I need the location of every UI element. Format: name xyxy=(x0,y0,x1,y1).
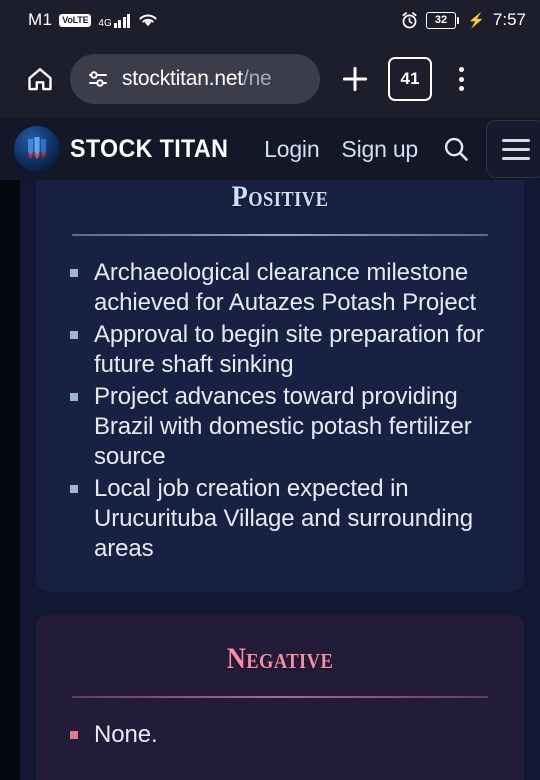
network-type-label: 4G xyxy=(98,17,112,29)
carrier-label: M1 xyxy=(28,10,53,29)
list-item: Local job creation expected in Urucuritu… xyxy=(68,474,502,564)
search-button[interactable] xyxy=(434,127,478,171)
url-path: /ne xyxy=(242,67,272,90)
list-item: Archaeological clearance milestone achie… xyxy=(68,258,502,318)
battery-indicator: 32 xyxy=(425,11,460,29)
url-domain: stocktitan.net xyxy=(122,67,243,90)
search-icon xyxy=(444,137,468,161)
url-bar[interactable]: stocktitan.net/ne xyxy=(70,54,320,104)
list-item: Project advances toward providing Brazil… xyxy=(68,382,502,472)
home-button[interactable] xyxy=(16,55,64,103)
signal-bars-icon xyxy=(113,13,131,28)
login-link[interactable]: Login xyxy=(264,136,319,163)
alarm-clock-icon xyxy=(400,11,419,30)
list-item: Approval to begin site preparation for f… xyxy=(68,320,502,380)
wifi-icon xyxy=(137,12,159,28)
home-icon xyxy=(28,68,52,91)
browser-toolbar: stocktitan.net/ne 41 xyxy=(0,40,540,118)
volte-badge: VoLTE xyxy=(59,13,92,27)
stock-titan-logo-icon[interactable] xyxy=(14,126,60,172)
hamburger-menu-icon xyxy=(502,138,531,142)
positive-section-title: Positive xyxy=(231,180,329,213)
charging-bolt-icon: ⚡ xyxy=(467,11,485,28)
url-text: stocktitan.net/ne xyxy=(122,67,272,91)
signup-link[interactable]: Sign up xyxy=(341,136,418,163)
list-item: None. xyxy=(68,720,502,750)
android-status-bar: M1 VoLTE 4G 32 ⚡ 7:57 xyxy=(0,0,540,40)
plus-icon xyxy=(342,66,368,92)
tab-count-label: 41 xyxy=(400,69,420,88)
article-container: Positive Archaeological clearance milest… xyxy=(20,180,540,780)
hamburger-menu-button[interactable] xyxy=(486,120,540,178)
tab-switcher-button[interactable]: 41 xyxy=(388,57,432,101)
battery-level-label: 32 xyxy=(425,11,456,29)
browser-overflow-menu-button[interactable] xyxy=(438,54,484,104)
status-bar-right: 32 ⚡ 7:57 xyxy=(400,10,526,30)
negative-divider xyxy=(72,696,488,698)
new-tab-button[interactable] xyxy=(328,52,382,106)
header-nav: Login Sign up xyxy=(264,136,418,163)
battery-tip xyxy=(456,16,460,24)
negative-section-card: Negative None. xyxy=(36,614,524,780)
tune-sliders-icon xyxy=(89,71,107,87)
brand-label[interactable]: STOCK TITAN xyxy=(70,135,228,164)
site-header: STOCK TITAN Login Sign up xyxy=(0,118,540,180)
clock-label: 7:57 xyxy=(492,10,526,29)
positive-bullet-list: Archaeological clearance milestone achie… xyxy=(58,258,502,564)
positive-divider xyxy=(72,234,488,236)
page-content: Positive Archaeological clearance milest… xyxy=(0,180,540,780)
negative-section-title: Negative xyxy=(226,642,334,675)
status-bar-left: M1 VoLTE 4G xyxy=(28,10,159,30)
negative-bullet-list: None. xyxy=(58,720,502,750)
mobile-signal-indicator: 4G xyxy=(98,13,131,29)
positive-section-card: Positive Archaeological clearance milest… xyxy=(36,180,524,592)
three-dot-menu-icon xyxy=(458,67,464,72)
